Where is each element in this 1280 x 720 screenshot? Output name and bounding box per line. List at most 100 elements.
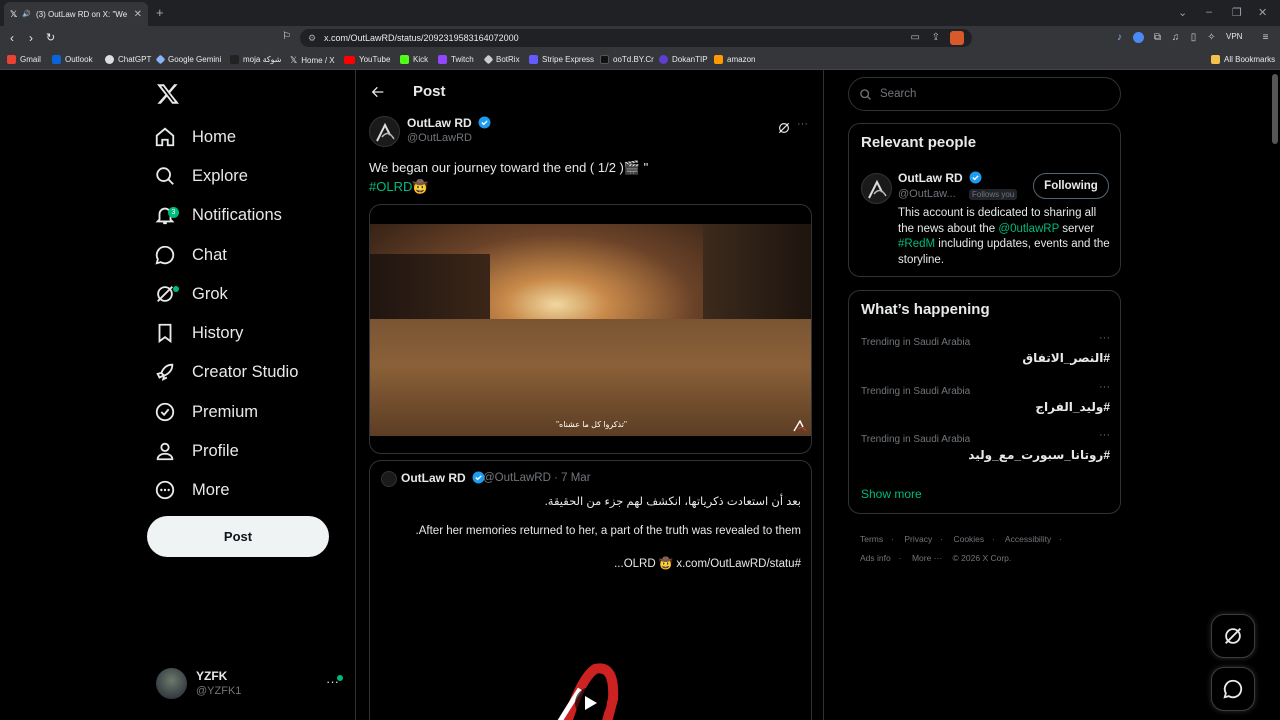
vpn-button[interactable]: VPN	[1226, 32, 1242, 41]
following-button[interactable]: Following	[1033, 173, 1109, 199]
trend-more-icon[interactable]: ···	[1099, 429, 1110, 441]
back-nav-icon[interactable]: ‹	[10, 31, 14, 45]
share-icon[interactable]: ⇪	[932, 32, 940, 43]
nav-history[interactable]: History	[154, 318, 243, 348]
extensions-icon[interactable]: ⧉	[1152, 32, 1163, 43]
footer-more[interactable]: More ···	[912, 553, 942, 563]
bookmark-page-icon[interactable]: ⚐	[282, 31, 291, 42]
ootd-icon	[600, 55, 609, 64]
extension-icon[interactable]	[1133, 32, 1144, 43]
maximize-icon[interactable]: ❐	[1232, 6, 1242, 19]
search-input[interactable]	[880, 88, 1100, 100]
grok-floating-button[interactable]	[1211, 614, 1255, 658]
quoted-post[interactable]: OutLaw RD @OutLawRD · 7 Mar بعد أن استعا…	[369, 460, 812, 720]
bookmark-dokantip[interactable]: DokanTIP	[659, 55, 708, 64]
nav-chat[interactable]: Chat	[154, 240, 227, 270]
bookmark-stripe[interactable]: Stripe Express	[529, 55, 594, 64]
person-name-row[interactable]: OutLaw RD	[898, 171, 982, 185]
trend-more-icon[interactable]: ···	[1099, 332, 1110, 344]
chat-floating-button[interactable]	[1211, 667, 1255, 711]
post-hashtag[interactable]: #OLRD🤠	[369, 177, 648, 196]
bio-mention-link[interactable]: @0utlawRP	[998, 223, 1059, 235]
bookmark-youtube[interactable]: YouTube	[344, 55, 390, 64]
post-more-icon[interactable]: ···	[797, 118, 808, 130]
nav-grok[interactable]: Grok	[154, 279, 228, 309]
bookmark-gmail[interactable]: Gmail	[7, 55, 41, 64]
bookmark-label: ChatGPT	[118, 55, 152, 64]
bookmark-outlook[interactable]: Outlook	[52, 55, 93, 64]
quote-video[interactable]	[370, 579, 811, 720]
grok-explain-icon[interactable]	[777, 121, 791, 135]
bio-hashtag-link[interactable]: #RedM	[898, 238, 935, 250]
author-name-row[interactable]: OutLaw RD	[407, 116, 491, 130]
minimize-icon[interactable]: –	[1206, 6, 1212, 18]
forward-nav-icon[interactable]: ›	[29, 31, 33, 45]
close-tab-icon[interactable]: ✕	[134, 9, 142, 20]
footer-cookies[interactable]: Cookies	[953, 534, 984, 544]
bookmark-chatgpt[interactable]: ChatGPT	[105, 55, 151, 64]
post-button-label: Post	[223, 529, 253, 544]
nav-premium[interactable]: Premium	[154, 397, 258, 427]
site-info-icon[interactable]: ⚙	[308, 33, 316, 44]
nav-notifications[interactable]: 3 Notifications	[154, 200, 282, 230]
author-handle[interactable]: @OutLawRD	[407, 132, 472, 144]
footer-accessibility[interactable]: Accessibility	[1005, 534, 1051, 544]
bookmarks-bar: Gmail Outlook ChatGPT Google Gemini moja…	[0, 50, 1280, 70]
bookmark-amazon[interactable]: amazon	[714, 55, 755, 64]
footer-terms[interactable]: Terms	[860, 534, 883, 544]
bookmark-ootd[interactable]: ooTd.BY.Cr	[600, 55, 654, 64]
footer-sep: ·	[898, 553, 902, 563]
quote-line-link[interactable]: #OLRD 🤠 x.com/OutLawRD/statu...	[614, 556, 801, 570]
search-icon	[860, 88, 871, 100]
play-button[interactable]	[575, 687, 607, 719]
outlook-icon	[52, 55, 61, 64]
bookmark-label: Outlook	[65, 55, 93, 64]
account-switcher[interactable]: YZFK @YZFK1 ···	[156, 668, 356, 702]
media-icon[interactable]: ♫	[1170, 32, 1181, 43]
footer-ads-info[interactable]: Ads info	[860, 553, 891, 563]
bookmark-moja[interactable]: moja شوكة	[230, 55, 282, 64]
watermark-logo-icon	[793, 420, 807, 432]
video-scenery-right	[703, 224, 811, 334]
back-arrow-icon[interactable]	[370, 84, 386, 100]
scrollbar-thumb[interactable]	[1272, 74, 1278, 144]
author-name: OutLaw RD	[407, 116, 472, 130]
x-logo-icon[interactable]	[156, 82, 180, 106]
tab-search-icon[interactable]: ⌄	[1178, 6, 1187, 19]
person-avatar[interactable]	[861, 173, 892, 204]
trend-item[interactable]: Trending in Saudi Arabia ··· #روتانا_سبو…	[861, 429, 1110, 462]
brave-shield-icon[interactable]	[950, 31, 964, 45]
browser-tab[interactable]: 𝕏 🔊 (3) OutLaw RD on X: "We be ✕	[4, 2, 148, 26]
bookmark-label: Home / X	[301, 56, 335, 65]
audio-playing-icon[interactable]: ♪	[1114, 32, 1125, 43]
trend-item[interactable]: Trending in Saudi Arabia ··· #النصر_الات…	[861, 332, 1110, 365]
author-avatar[interactable]	[369, 116, 400, 147]
bookmark-home-x[interactable]: 𝕏 Home / X	[290, 55, 335, 66]
leo-icon[interactable]: ✧	[1206, 32, 1217, 43]
bookmark-botrix[interactable]: BotRix	[483, 54, 520, 65]
nav-profile[interactable]: Profile	[154, 436, 239, 466]
bookmark-gemini[interactable]: Google Gemini	[155, 54, 221, 65]
nav-more[interactable]: More	[154, 475, 230, 505]
nav-creator-studio[interactable]: Creator Studio	[154, 357, 298, 387]
nav-explore[interactable]: Explore	[154, 161, 248, 191]
all-bookmarks[interactable]: All Bookmarks	[1211, 55, 1275, 64]
footer-privacy[interactable]: Privacy	[904, 534, 932, 544]
nav-home[interactable]: Home	[154, 122, 236, 152]
bookmark-kick[interactable]: Kick	[400, 55, 428, 64]
window-close-icon[interactable]: ✕	[1258, 6, 1267, 19]
new-tab-icon[interactable]: +	[156, 5, 164, 20]
show-more-link[interactable]: Show more	[861, 487, 922, 501]
cast-icon[interactable]: ▭	[911, 32, 920, 43]
trend-title: #النصر_الاتفاق	[1022, 351, 1110, 365]
menu-icon[interactable]: ≡	[1260, 32, 1271, 43]
search-box[interactable]	[848, 77, 1121, 111]
url-field[interactable]: ⚙ x.com/OutLawRD/status/2092319583164072…	[300, 29, 972, 47]
video-player[interactable]: "تذكروا كل ما عشناه"	[369, 204, 812, 454]
reload-icon[interactable]: ↻	[46, 31, 55, 44]
post-button[interactable]: Post	[147, 516, 329, 557]
trend-item[interactable]: Trending in Saudi Arabia ··· #وليد_الفرا…	[861, 381, 1110, 414]
sidebar-toggle-icon[interactable]: ▯	[1188, 32, 1199, 43]
bookmark-twitch[interactable]: Twitch	[438, 55, 474, 64]
trend-more-icon[interactable]: ···	[1099, 381, 1110, 393]
